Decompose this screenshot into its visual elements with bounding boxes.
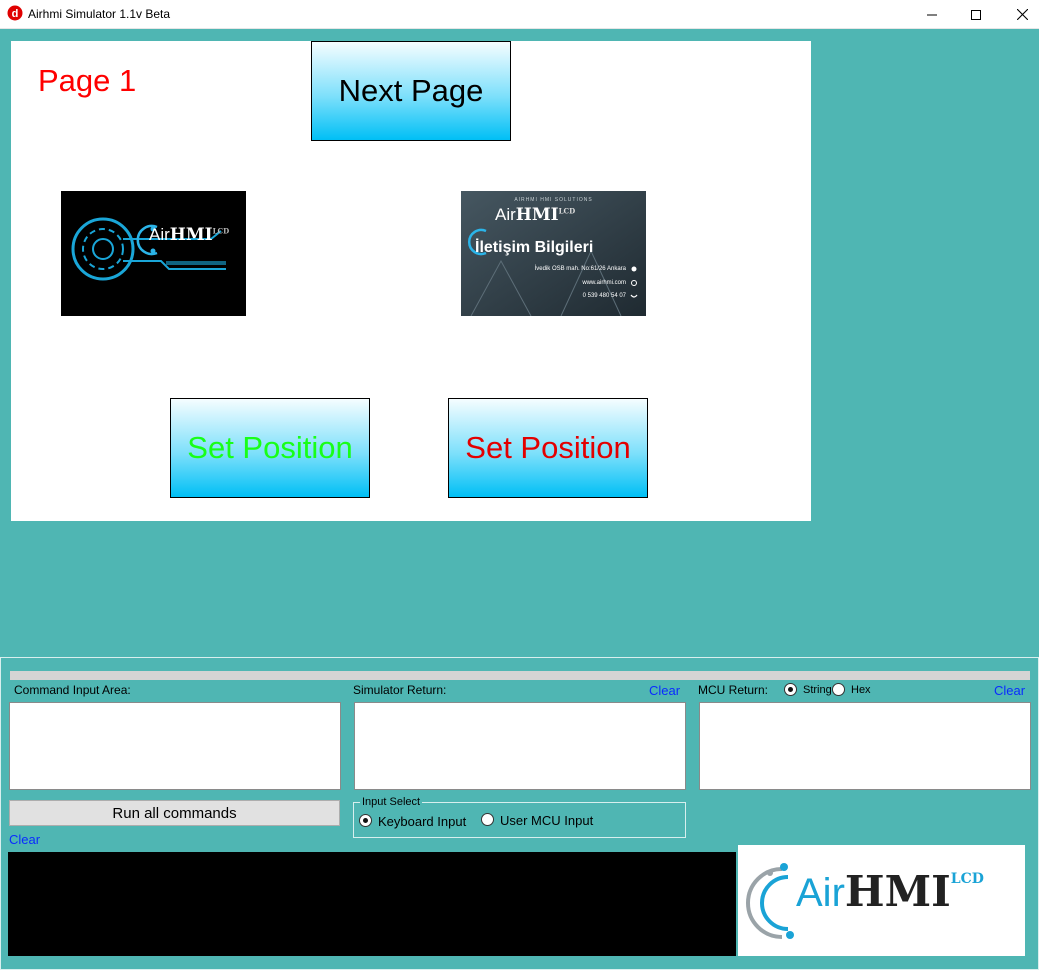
maximize-button[interactable] bbox=[953, 0, 999, 29]
location-icon bbox=[631, 266, 637, 272]
window-title: Airhmi Simulator 1.1v Beta bbox=[28, 7, 171, 21]
keyboard-input-label: Keyboard Input bbox=[378, 814, 467, 829]
logo-hmi-text: HMI bbox=[169, 225, 213, 245]
panel-splitter[interactable] bbox=[10, 671, 1030, 680]
user-mcu-input-radio[interactable] bbox=[481, 813, 494, 826]
app-icon: d bbox=[7, 5, 23, 21]
logo-text-1: AirHMILCD bbox=[149, 225, 229, 245]
command-input-area[interactable] bbox=[9, 702, 341, 790]
mcu-string-radio[interactable] bbox=[784, 683, 797, 696]
card-address: İvedik OSB mah. No:61/26 Ankara bbox=[534, 266, 626, 272]
command-input-label: Command Input Area: bbox=[14, 683, 131, 697]
card-logo-lcd: LCD bbox=[558, 206, 576, 216]
simulator-return-area[interactable] bbox=[354, 702, 686, 790]
web-icon bbox=[631, 280, 637, 286]
tech-logo-graphic bbox=[71, 217, 226, 281]
mcu-hex-label: Hex bbox=[851, 684, 871, 696]
simulator-return-label: Simulator Return: bbox=[353, 683, 447, 697]
card-logo-air: Air bbox=[495, 205, 516, 224]
minimize-icon bbox=[927, 14, 937, 15]
mcu-clear-link[interactable]: Clear bbox=[994, 683, 1025, 698]
maximize-icon bbox=[971, 9, 981, 20]
minimize-button[interactable] bbox=[909, 0, 955, 29]
phone-icon bbox=[630, 294, 638, 298]
close-icon bbox=[1016, 9, 1028, 20]
brand-logo-air: Air bbox=[796, 871, 845, 915]
card-phone: 0 539 480 54 07 bbox=[582, 293, 626, 299]
airhmi-logo-image[interactable]: AirHMILCD bbox=[61, 191, 246, 316]
next-page-button[interactable]: Next Page bbox=[311, 41, 511, 141]
close-button[interactable] bbox=[999, 0, 1039, 29]
brand-logo-text: AirHMILCD bbox=[796, 867, 984, 916]
card-web: www.airhmi.com bbox=[582, 280, 626, 286]
brand-logo-lcd: LCD bbox=[950, 871, 984, 887]
keyboard-input-radio[interactable] bbox=[359, 814, 372, 827]
command-clear-link[interactable]: Clear bbox=[9, 832, 40, 847]
airhmi-brand-logo: AirHMILCD bbox=[738, 845, 1025, 956]
run-all-commands-button[interactable]: Run all commands bbox=[9, 800, 340, 826]
card-heading: İletişim Bilgileri bbox=[475, 239, 594, 256]
card-logo-hmi: HMI bbox=[515, 205, 559, 225]
mcu-hex-radio[interactable] bbox=[832, 683, 845, 696]
mcu-return-area[interactable] bbox=[699, 702, 1031, 790]
page-label: Page 1 bbox=[38, 63, 137, 98]
mcu-string-label: String bbox=[803, 684, 832, 696]
hmi-canvas: Page 1 Next Page c nic AirHMILCD bbox=[11, 41, 811, 521]
console-output[interactable] bbox=[8, 852, 736, 956]
logo-lcd-text: LCD bbox=[212, 226, 230, 236]
title-bar: d Airhmi Simulator 1.1v Beta bbox=[0, 0, 1039, 29]
user-mcu-input-label: User MCU Input bbox=[500, 813, 594, 828]
input-select-legend: Input Select bbox=[360, 796, 423, 808]
contact-card-image[interactable]: AIRHMI HMI SOLUTIONS AirHMILCD İletişim … bbox=[461, 191, 646, 316]
logo-air-text: Air bbox=[149, 225, 170, 244]
card-logo: AirHMILCD bbox=[495, 205, 575, 225]
simulator-clear-link[interactable]: Clear bbox=[649, 683, 680, 698]
set-position-button-1[interactable]: Set Position bbox=[170, 398, 370, 498]
set-position-button-2[interactable]: Set Position bbox=[448, 398, 648, 498]
brand-logo-hmi: HMI bbox=[844, 867, 951, 916]
mcu-return-label: MCU Return: bbox=[698, 683, 769, 697]
card-company-text: AIRHMI HMI SOLUTIONS bbox=[514, 197, 593, 203]
svg-text:d: d bbox=[12, 8, 19, 20]
card-contact-icons bbox=[630, 266, 638, 298]
